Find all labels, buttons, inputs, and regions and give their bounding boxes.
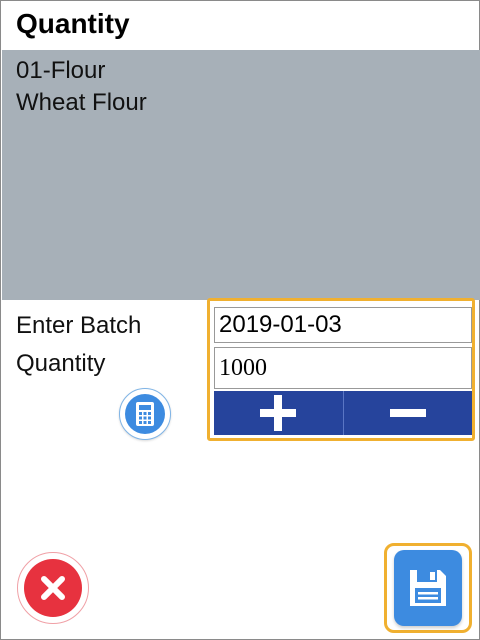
batch-input-group: 2019-01-03 1000 (207, 298, 475, 441)
calculator-button[interactable] (119, 388, 171, 440)
cancel-button[interactable] (17, 552, 89, 624)
item-code: 01-Flour (16, 57, 106, 84)
quantity-stepper (214, 391, 472, 435)
item-info-panel: 01-Flour Wheat Flour (2, 50, 480, 300)
batch-quantity-label: Enter Batch Quantity (16, 312, 142, 377)
calculator-icon (125, 394, 165, 434)
close-icon (24, 559, 82, 617)
floppy-disk-icon (394, 550, 462, 626)
page-title: Quantity (16, 8, 130, 39)
batch-date-field[interactable]: 2019-01-03 (214, 307, 472, 343)
minus-icon (389, 409, 426, 417)
quantity-field[interactable]: 1000 (214, 347, 472, 389)
save-button[interactable] (384, 543, 472, 633)
plus-icon (260, 395, 297, 431)
app-window: Quantity 01-Flour Wheat Flour Enter Batc… (0, 0, 480, 640)
increment-button[interactable] (214, 391, 343, 435)
item-name: Wheat Flour (16, 89, 147, 116)
decrement-button[interactable] (342, 391, 473, 435)
